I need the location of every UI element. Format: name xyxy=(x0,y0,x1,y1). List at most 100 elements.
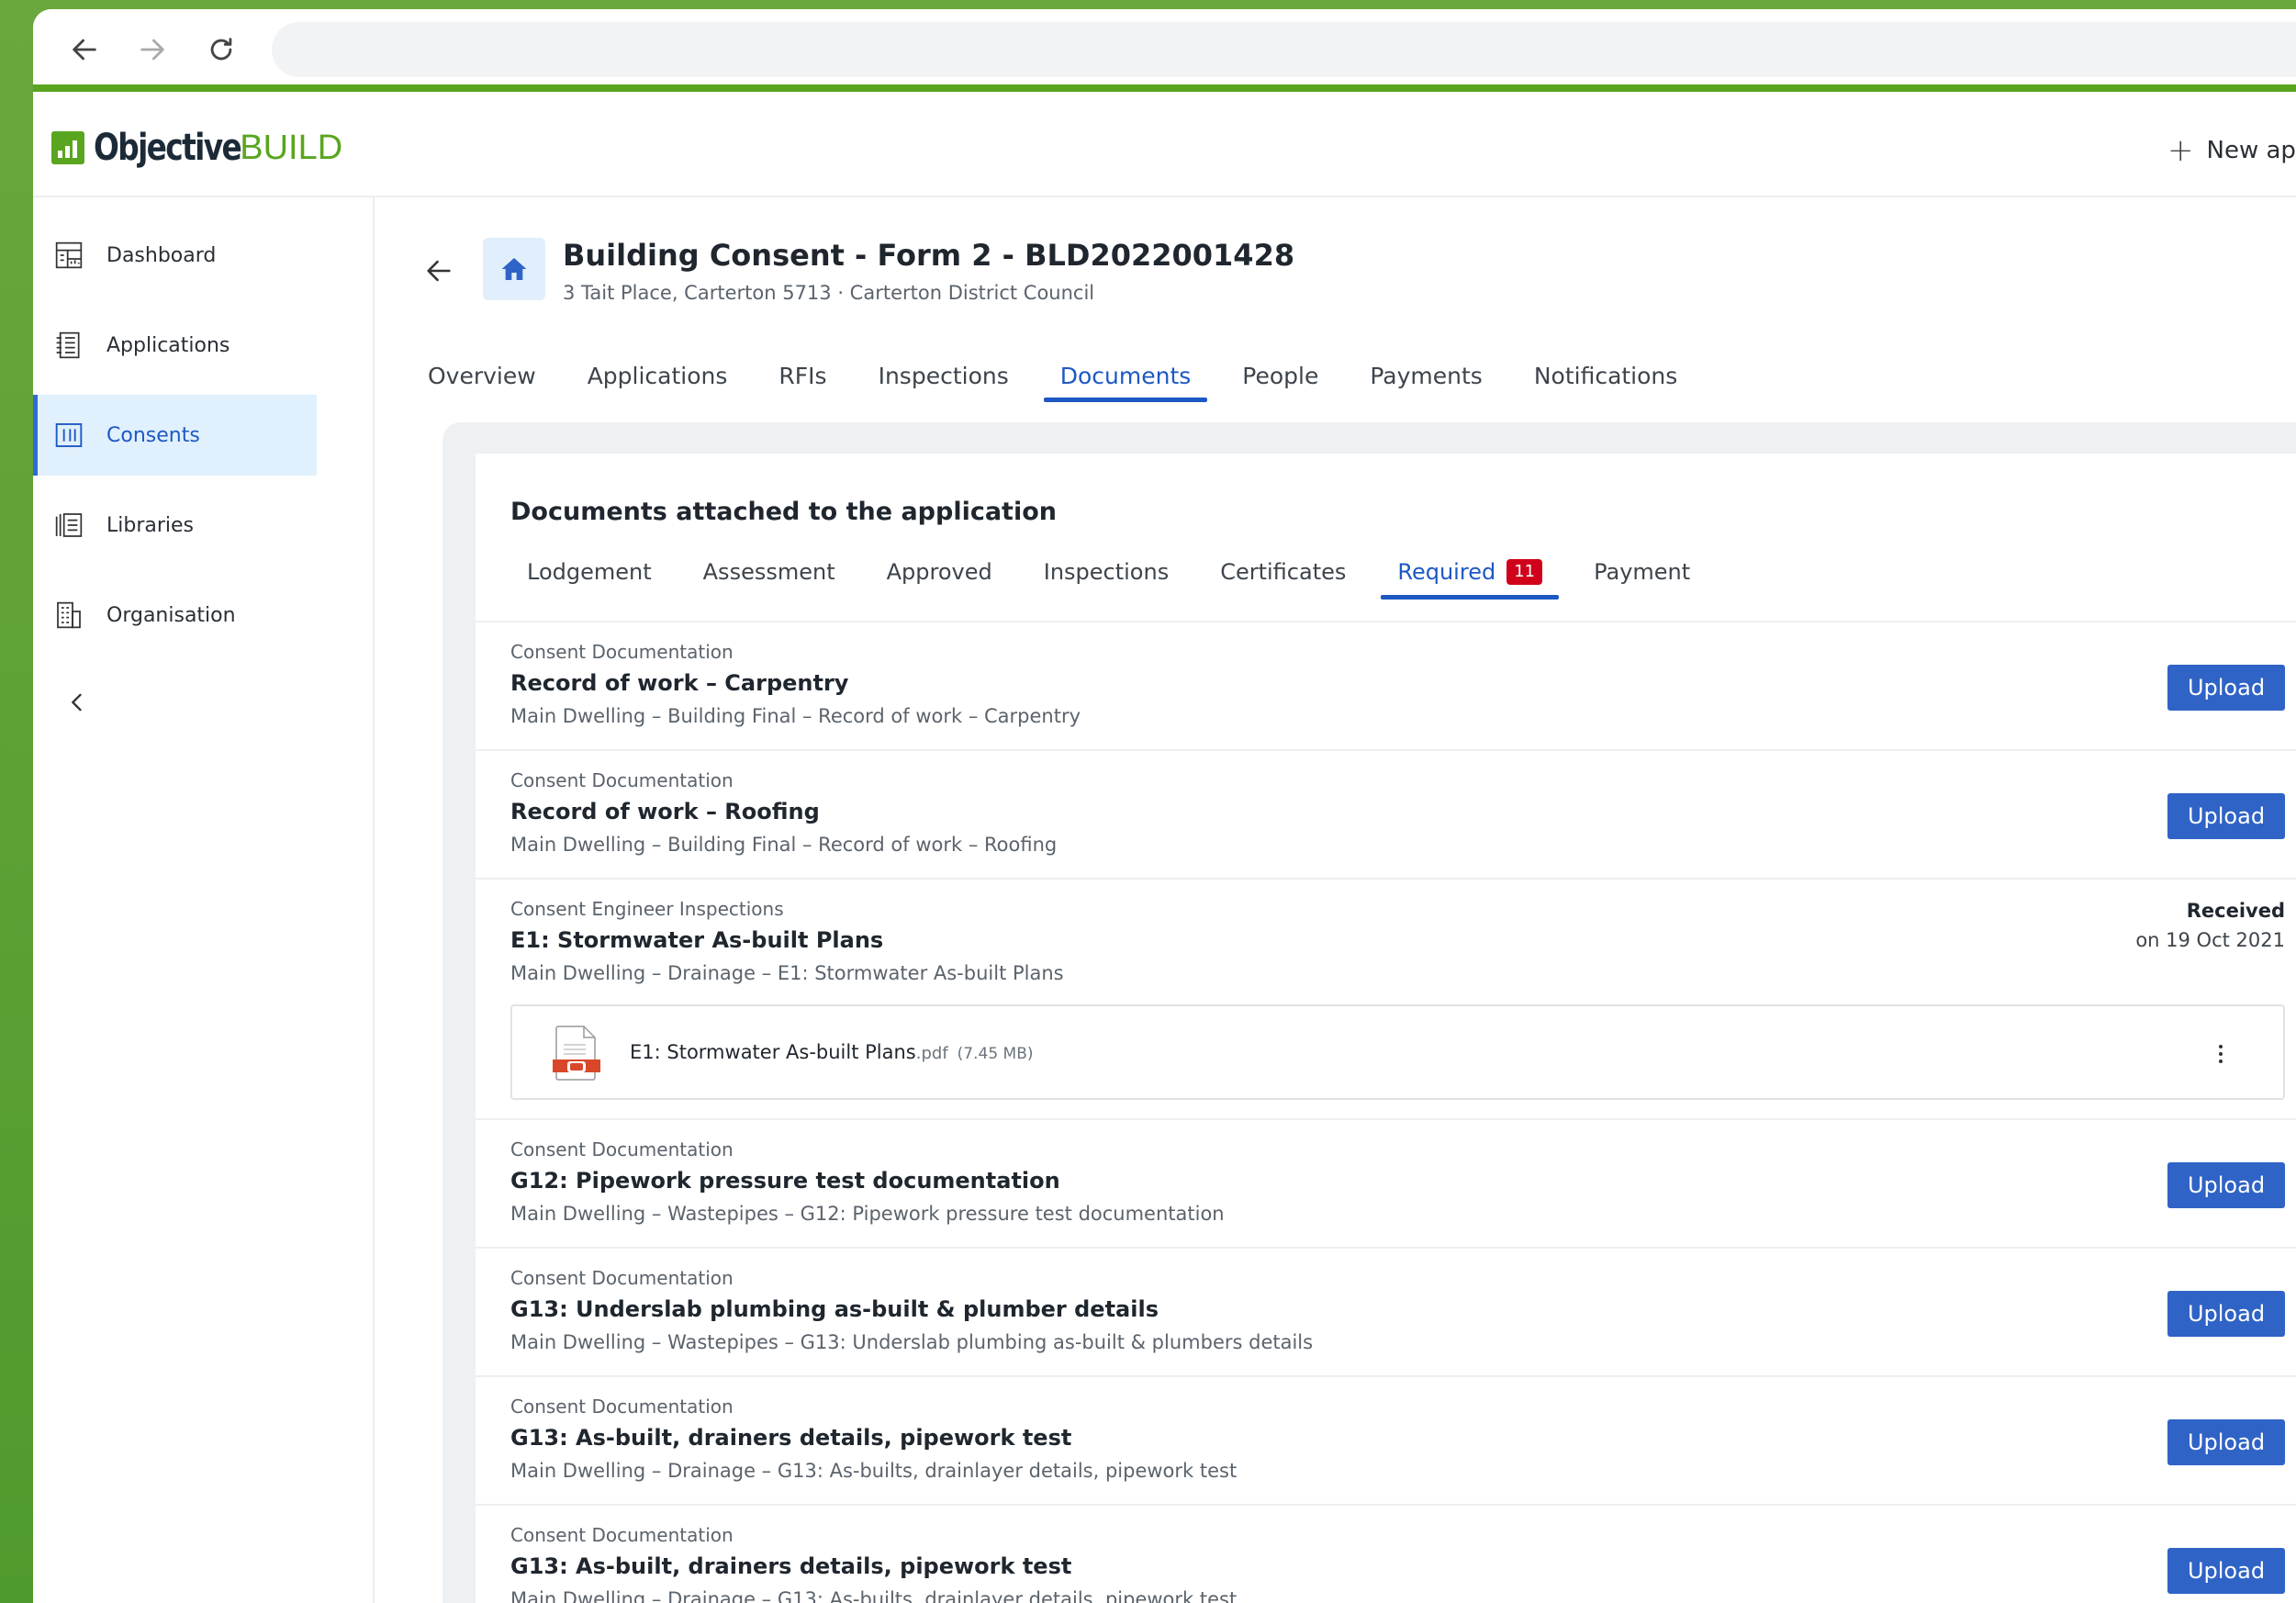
doc-category: Consent Documentation xyxy=(510,1138,734,1160)
doc-title: G13: Underslab plumbing as-built & plumb… xyxy=(510,1296,1159,1322)
doc-path: Main Dwelling – Drainage – E1: Stormwate… xyxy=(510,962,1064,984)
logo-mark-icon xyxy=(51,131,84,164)
doc-category: Consent Documentation xyxy=(510,641,734,663)
list-item: Consent Documentation Record of work – C… xyxy=(476,622,2296,751)
doc-path: Main Dwelling – Wastepipes – G13: Unders… xyxy=(510,1331,1314,1353)
file-size: (7.45 MB) xyxy=(957,1045,1034,1063)
back-button[interactable] xyxy=(420,252,457,289)
sidebar-item-label: Libraries xyxy=(106,513,195,537)
subtab-inspections[interactable]: Inspections xyxy=(1027,550,1185,600)
sidebar-item-label: Dashboard xyxy=(106,243,217,267)
sidebar: Dashboard Applications Consents Librarie… xyxy=(33,197,375,1603)
list-item: Consent Engineer Inspections E1: Stormwa… xyxy=(476,880,2296,1120)
doc-title: G13: As-built, drainers details, pipewor… xyxy=(510,1425,1072,1451)
upload-button[interactable]: Upload xyxy=(2167,1419,2285,1465)
subtab-certificates[interactable]: Certificates xyxy=(1204,550,1362,600)
file-name[interactable]: E1: Stormwater As-built Plans.pdf (7.45 M… xyxy=(630,1041,1034,1063)
tab-documents[interactable]: Documents xyxy=(1043,353,1208,402)
panel-title: Documents attached to the application xyxy=(510,498,1057,526)
subtab-label: Approved xyxy=(886,559,992,585)
address-bar[interactable] xyxy=(272,22,2296,77)
document-sub-tabs: Lodgement Assessment Approved Inspection… xyxy=(510,550,1725,600)
collapse-sidebar-button[interactable] xyxy=(59,684,95,721)
required-count-badge: 11 xyxy=(1506,559,1543,585)
upload-button[interactable]: Upload xyxy=(2167,793,2285,839)
subtab-label: Assessment xyxy=(702,559,835,585)
doc-title: E1: Stormwater As-built Plans xyxy=(510,927,884,953)
sidebar-item-consents[interactable]: Consents xyxy=(33,395,317,476)
list-item: Consent Documentation G12: Pipework pres… xyxy=(476,1120,2296,1249)
received-date: on 19 Oct 2021 xyxy=(2135,929,2285,951)
tab-overview[interactable]: Overview xyxy=(411,353,553,402)
subtab-assessment[interactable]: Assessment xyxy=(687,550,852,600)
subtab-label: Inspections xyxy=(1043,559,1170,585)
doc-category: Consent Documentation xyxy=(510,1396,734,1418)
attached-file-card[interactable]: E1: Stormwater As-built Plans.pdf (7.45 M… xyxy=(510,1004,2285,1100)
doc-category: Consent Engineer Inspections xyxy=(510,898,784,920)
reload-icon xyxy=(210,38,232,61)
doc-title: Record of work – Carpentry xyxy=(510,670,849,696)
doc-path: Main Dwelling – Building Final – Record … xyxy=(510,705,1081,727)
subtab-approved[interactable]: Approved xyxy=(870,550,1009,600)
app-header: Objective BUILD + New ap xyxy=(33,92,2296,197)
subtab-label: Payment xyxy=(1594,559,1691,585)
received-status: Received on 19 Oct 2021 xyxy=(2135,900,2285,951)
more-options-icon[interactable] xyxy=(2210,1039,2232,1069)
forward-nav-button[interactable] xyxy=(132,29,173,70)
chevron-left-icon xyxy=(72,693,82,712)
arrow-right-icon xyxy=(140,39,164,61)
arrow-left-icon xyxy=(427,260,451,282)
sidebar-item-label: Organisation xyxy=(106,603,236,627)
tab-inspections[interactable]: Inspections xyxy=(862,353,1025,402)
app-window: Objective BUILD + New ap Dashboard Appli… xyxy=(33,9,2296,1603)
doc-title: Record of work – Roofing xyxy=(510,799,820,824)
subtab-label: Lodgement xyxy=(527,559,652,585)
brand-stripe xyxy=(33,84,2296,92)
consents-icon xyxy=(53,420,84,451)
organisation-icon xyxy=(53,600,84,631)
arrow-left-icon xyxy=(73,39,96,61)
file-extension: .pdf xyxy=(915,1044,948,1063)
subtab-required[interactable]: Required 11 xyxy=(1381,550,1559,600)
tab-people[interactable]: People xyxy=(1226,353,1335,402)
logo-word-build: BUILD xyxy=(240,128,343,167)
sidebar-item-applications[interactable]: Applications xyxy=(33,305,317,386)
sidebar-item-dashboard[interactable]: Dashboard xyxy=(33,215,317,296)
sidebar-item-libraries[interactable]: Libraries xyxy=(33,485,317,566)
reload-button[interactable] xyxy=(201,29,241,70)
documents-panel: Documents attached to the application Lo… xyxy=(476,454,2296,1603)
upload-button[interactable]: Upload xyxy=(2167,1291,2285,1337)
tab-rfis[interactable]: RFIs xyxy=(762,353,843,402)
applications-icon xyxy=(53,330,84,361)
tab-notifications[interactable]: Notifications xyxy=(1518,353,1694,402)
property-home-tile xyxy=(483,238,545,300)
doc-path: Main Dwelling – Building Final – Record … xyxy=(510,834,1058,856)
list-item: Consent Documentation G13: As-built, dra… xyxy=(476,1506,2296,1603)
tab-payments[interactable]: Payments xyxy=(1353,353,1498,402)
browser-toolbar xyxy=(33,9,2296,88)
upload-button[interactable]: Upload xyxy=(2167,1548,2285,1594)
tab-applications[interactable]: Applications xyxy=(571,353,745,402)
objective-build-logo[interactable]: Objective BUILD xyxy=(51,127,342,169)
libraries-icon xyxy=(53,510,84,541)
pdf-file-icon xyxy=(553,1025,600,1085)
logo-word-objective: Objective xyxy=(94,127,242,169)
sidebar-item-label: Applications xyxy=(106,333,230,357)
doc-category: Consent Documentation xyxy=(510,1267,734,1289)
list-item: Consent Documentation G13: As-built, dra… xyxy=(476,1377,2296,1506)
upload-button[interactable]: Upload xyxy=(2167,665,2285,711)
sidebar-item-label: Consents xyxy=(106,423,200,447)
page-subtitle: 3 Tait Place, Carterton 5713 · Carterton… xyxy=(563,282,1095,304)
subtab-payment[interactable]: Payment xyxy=(1577,550,1707,600)
dashboard-icon xyxy=(53,240,84,271)
subtab-label: Certificates xyxy=(1220,559,1347,585)
new-application-button[interactable]: + New ap xyxy=(2167,132,2296,169)
sidebar-item-organisation[interactable]: Organisation xyxy=(33,575,317,656)
doc-path: Main Dwelling – Drainage – G13: As-built… xyxy=(510,1588,1238,1603)
doc-title: G13: As-built, drainers details, pipewor… xyxy=(510,1553,1072,1579)
upload-button[interactable]: Upload xyxy=(2167,1162,2285,1208)
subtab-lodgement[interactable]: Lodgement xyxy=(510,550,668,600)
main-tabs: Overview Applications RFIs Inspections D… xyxy=(411,353,1712,402)
list-item: Consent Documentation Record of work – R… xyxy=(476,751,2296,880)
back-nav-button[interactable] xyxy=(64,29,105,70)
